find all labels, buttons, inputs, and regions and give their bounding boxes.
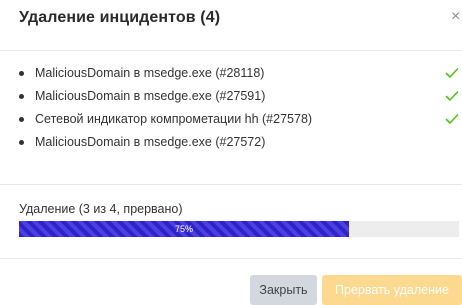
check-icon [445,68,459,78]
bullet-icon [19,117,24,122]
list-item: MaliciousDomain в msedge.exe (#27572) [19,131,459,153]
list-item: MaliciousDomain в msedge.exe (#27591) [19,85,459,107]
progress-bar: 75% [19,221,459,237]
close-icon[interactable]: × [451,9,460,25]
abort-delete-button[interactable]: Прервать удаление [322,275,462,305]
check-icon [445,91,459,101]
dialog-header: Удаление инцидентов (4) × [0,0,462,50]
progress-label: Удаление (3 из 4, прервано) [19,202,183,216]
check-icon [445,114,459,124]
delete-incidents-dialog: Удаление инцидентов (4) × MaliciousDomai… [0,0,462,305]
progress-percent: 75% [174,224,193,234]
header-divider [0,50,462,51]
dialog-title: Удаление инцидентов (4) [19,9,221,26]
incident-label: Сетевой индикатор компрометации hh (#275… [35,112,313,126]
incident-label: MaliciousDomain в msedge.exe (#27572) [35,135,266,149]
list-item: MaliciousDomain в msedge.exe (#28118) [19,62,459,84]
list-divider [0,184,462,185]
footer-divider [0,258,462,259]
incident-label: MaliciousDomain в msedge.exe (#27591) [35,89,266,103]
bullet-icon [19,94,24,99]
incident-label: MaliciousDomain в msedge.exe (#28118) [35,66,265,80]
bullet-icon [19,71,24,76]
bullet-icon [19,140,24,145]
close-button[interactable]: Закрыть [250,275,317,305]
list-item: Сетевой индикатор компрометации hh (#275… [19,108,459,130]
